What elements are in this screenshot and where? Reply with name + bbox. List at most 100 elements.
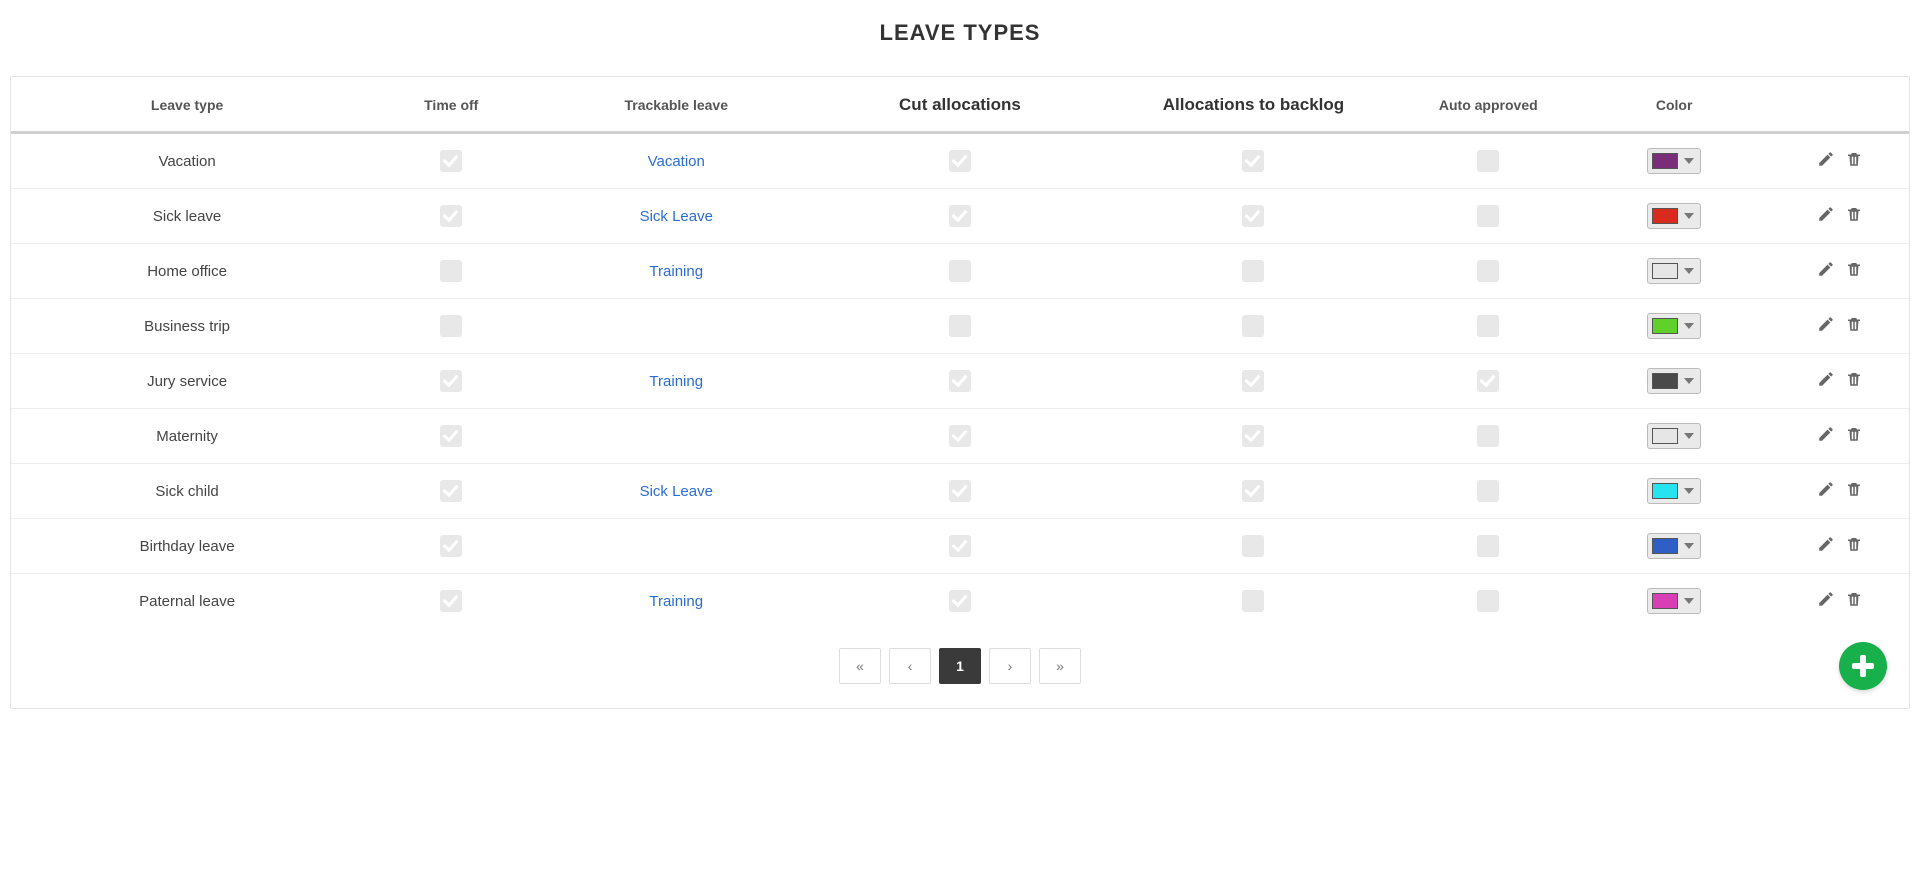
allocations-backlog-checkbox[interactable] [1242, 205, 1264, 227]
pencil-icon [1817, 260, 1835, 278]
delete-button[interactable] [1845, 535, 1863, 553]
trackable-leave-link[interactable]: Training [649, 373, 703, 390]
cut-allocations-checkbox[interactable] [949, 590, 971, 612]
edit-button[interactable] [1817, 425, 1835, 443]
page-last-button[interactable]: » [1039, 648, 1081, 684]
col-header-leave-type: Leave type [11, 77, 363, 133]
time-off-checkbox[interactable] [440, 205, 462, 227]
pencil-icon [1817, 535, 1835, 553]
leave-type-name: Sick child [11, 464, 363, 519]
page-next-button[interactable]: › [989, 648, 1031, 684]
edit-button[interactable] [1817, 480, 1835, 498]
auto-approved-checkbox[interactable] [1477, 260, 1499, 282]
edit-button[interactable] [1817, 260, 1835, 278]
color-swatch [1652, 593, 1678, 609]
trackable-leave-link[interactable]: Training [649, 593, 703, 610]
color-picker[interactable] [1647, 203, 1701, 229]
col-header-auto-approved: Auto approved [1400, 77, 1576, 133]
table-row: VacationVacation [11, 133, 1909, 189]
cut-allocations-checkbox[interactable] [949, 425, 971, 447]
chevron-down-icon [1684, 433, 1694, 439]
auto-approved-checkbox[interactable] [1477, 480, 1499, 502]
cut-allocations-checkbox[interactable] [949, 150, 971, 172]
time-off-checkbox[interactable] [440, 590, 462, 612]
delete-button[interactable] [1845, 480, 1863, 498]
leave-type-name: Paternal leave [11, 574, 363, 629]
color-swatch [1652, 428, 1678, 444]
chevron-down-icon [1684, 268, 1694, 274]
color-picker[interactable] [1647, 478, 1701, 504]
page-first-button[interactable]: « [839, 648, 881, 684]
pencil-icon [1817, 590, 1835, 608]
trackable-leave-link[interactable]: Sick Leave [640, 483, 713, 500]
color-picker[interactable] [1647, 533, 1701, 559]
allocations-backlog-checkbox[interactable] [1242, 260, 1264, 282]
time-off-checkbox[interactable] [440, 535, 462, 557]
allocations-backlog-checkbox[interactable] [1242, 480, 1264, 502]
edit-button[interactable] [1817, 150, 1835, 168]
auto-approved-checkbox[interactable] [1477, 590, 1499, 612]
edit-button[interactable] [1817, 315, 1835, 333]
trackable-leave-link[interactable]: Vacation [648, 153, 705, 170]
color-picker[interactable] [1647, 368, 1701, 394]
cut-allocations-checkbox[interactable] [949, 480, 971, 502]
time-off-checkbox[interactable] [440, 480, 462, 502]
allocations-backlog-checkbox[interactable] [1242, 590, 1264, 612]
delete-button[interactable] [1845, 590, 1863, 608]
edit-button[interactable] [1817, 535, 1835, 553]
allocations-backlog-checkbox[interactable] [1242, 535, 1264, 557]
trash-icon [1845, 260, 1863, 278]
add-leave-type-button[interactable] [1839, 642, 1887, 690]
time-off-checkbox[interactable] [440, 260, 462, 282]
allocations-backlog-checkbox[interactable] [1242, 425, 1264, 447]
leave-type-name: Sick leave [11, 189, 363, 244]
delete-button[interactable] [1845, 205, 1863, 223]
cut-allocations-checkbox[interactable] [949, 315, 971, 337]
cut-allocations-checkbox[interactable] [949, 260, 971, 282]
allocations-backlog-checkbox[interactable] [1242, 370, 1264, 392]
time-off-checkbox[interactable] [440, 425, 462, 447]
color-picker[interactable] [1647, 313, 1701, 339]
trackable-leave-link[interactable]: Sick Leave [640, 208, 713, 225]
delete-button[interactable] [1845, 425, 1863, 443]
cut-allocations-checkbox[interactable] [949, 370, 971, 392]
page-prev-button[interactable]: ‹ [889, 648, 931, 684]
cut-allocations-checkbox[interactable] [949, 535, 971, 557]
trash-icon [1845, 425, 1863, 443]
table-row: Maternity [11, 409, 1909, 464]
chevron-down-icon [1684, 543, 1694, 549]
time-off-checkbox[interactable] [440, 315, 462, 337]
leave-type-name: Maternity [11, 409, 363, 464]
auto-approved-checkbox[interactable] [1477, 425, 1499, 447]
edit-button[interactable] [1817, 370, 1835, 388]
auto-approved-checkbox[interactable] [1477, 150, 1499, 172]
edit-button[interactable] [1817, 590, 1835, 608]
auto-approved-checkbox[interactable] [1477, 370, 1499, 392]
auto-approved-checkbox[interactable] [1477, 315, 1499, 337]
trash-icon [1845, 535, 1863, 553]
leave-type-name: Jury service [11, 354, 363, 409]
edit-button[interactable] [1817, 205, 1835, 223]
color-swatch [1652, 483, 1678, 499]
pencil-icon [1817, 480, 1835, 498]
page-current-button[interactable]: 1 [939, 648, 981, 684]
delete-button[interactable] [1845, 150, 1863, 168]
allocations-backlog-checkbox[interactable] [1242, 150, 1264, 172]
table-row: Paternal leave Training [11, 574, 1909, 629]
col-header-actions [1772, 77, 1909, 133]
delete-button[interactable] [1845, 370, 1863, 388]
color-picker[interactable] [1647, 258, 1701, 284]
delete-button[interactable] [1845, 260, 1863, 278]
cut-allocations-checkbox[interactable] [949, 205, 971, 227]
auto-approved-checkbox[interactable] [1477, 205, 1499, 227]
trash-icon [1845, 590, 1863, 608]
color-picker[interactable] [1647, 588, 1701, 614]
time-off-checkbox[interactable] [440, 370, 462, 392]
time-off-checkbox[interactable] [440, 150, 462, 172]
color-picker[interactable] [1647, 148, 1701, 174]
auto-approved-checkbox[interactable] [1477, 535, 1499, 557]
allocations-backlog-checkbox[interactable] [1242, 315, 1264, 337]
trackable-leave-link[interactable]: Training [649, 263, 703, 280]
color-picker[interactable] [1647, 423, 1701, 449]
delete-button[interactable] [1845, 315, 1863, 333]
